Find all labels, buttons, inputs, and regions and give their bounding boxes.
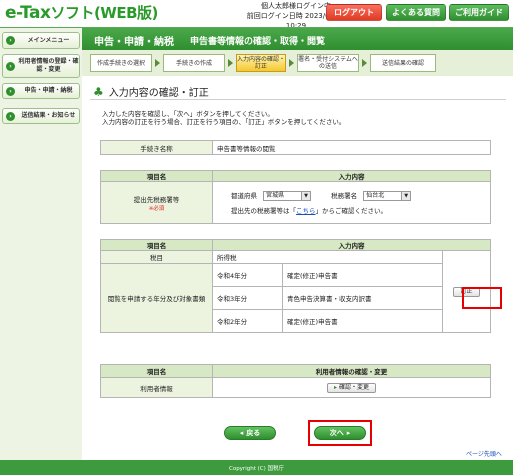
confirm-change-label: 確認・変更 [338,383,369,391]
clover-icon: ♣ [93,84,104,99]
confirm-change-button[interactable]: ▸ 確認・変更 [327,382,376,393]
user-info-label: 利用者情報 [100,377,213,398]
col-header-item: 項目名 [100,364,213,378]
tax-office-table: 項目名 入力内容 提出先税務署等 ※必須 都道府県 宮城県 ▼ 税務署名 仙台北 [100,170,491,224]
prefecture-label: 都道府県 [231,192,257,200]
back-label: 戻る [246,429,261,437]
page-subtitle: 申告書等情報の確認・取得・閲覧 [190,37,326,47]
office-value: 仙台北 [366,192,385,199]
faq-button[interactable]: よくある質問 [386,4,446,21]
next-highlight-box [308,420,372,446]
tax-office-input-cell: 都道府県 宮城県 ▼ 税務署名 仙台北 ▼ 提出先の税務署等は「こちら」からご確… [212,181,491,224]
tax-office-label: 提出先税務署等 ※必須 [100,181,213,224]
copyright-text: Copyright (C) 国税庁 [228,465,284,472]
user-info-table: 項目名 利用者情報の確認・変更 利用者情報 ▸ 確認・変更 [100,364,491,398]
logo-main-text: e-Tax [5,3,51,23]
instruction-line-2: 入力内容の訂正を行う場合、訂正を行う項目の、「訂正」ボタンを押してください。 [102,118,346,126]
procedure-name-value: 申告書等情報の閲覧 [212,140,491,155]
section-divider [90,99,506,100]
mail-icon: › [6,111,15,121]
step-arrow-icon [362,59,367,67]
etax-logo: e-Taxソフト(WEB版) [5,2,158,23]
main-content: 申告・申請・納税 申告書等情報の確認・取得・閲覧 作成手続きの選択 手続きの作成… [82,28,513,475]
step-arrow-icon [228,59,233,67]
back-button[interactable]: ◂ 戻る [224,426,276,440]
step-arrow-icon [289,59,294,67]
prefecture-select[interactable]: 宮城県 ▼ [263,191,312,201]
procedure-name-table: 手続き名称 申告書等情報の閲覧 [100,140,491,155]
step-2: 手続きの作成 [163,54,225,72]
section-title: ♣ 入力内容の確認・訂正 [93,84,209,100]
page-title-bar: 申告・申請・納税 申告書等情報の確認・取得・閲覧 [82,28,513,50]
col-header-item: 項目名 [100,170,213,182]
step-1: 作成手続きの選択 [90,54,152,72]
sidebar-item-label: 申告・申請・納税 [24,87,73,94]
logout-button[interactable]: ログアウト [326,4,382,21]
years-label: 閲覧を申請する年分及び対象書類 [100,263,213,333]
step-5: 送信結果の確認 [370,54,436,72]
sidebar-item-label: メインメニュー [27,36,70,44]
col-header-input: 入力内容 [212,170,491,182]
required-mark: ※必須 [148,205,165,212]
sidebar-item-user-info[interactable]: › 利用者情報の登録・確認・変更 [2,54,80,78]
step-4: 署名・受付システムへの送信 [297,54,359,72]
user-icon: › [6,61,15,71]
sidebar: › メインメニュー › 利用者情報の登録・確認・変更 › 申告・申請・納税 › … [0,28,82,475]
sidebar-item-label: 送信結果・お知らせ [21,112,76,119]
office-select[interactable]: 仙台北 ▼ [363,191,412,201]
page-title: 申告・申請・納税 [94,37,174,48]
year-cell: 令和3年分 [212,286,283,310]
arrow-right-icon: ▸ [334,383,338,391]
request-details-table: 項目名 入力内容 税目 所得税 訂正 閲覧を申請する年分及び対象書類 令和4年分… [100,239,491,333]
tax-type-label: 税目 [100,250,213,264]
correct-highlight-box [462,287,502,309]
guide-button[interactable]: ご利用ガイド [449,4,509,21]
prefecture-value: 宮城県 [266,192,285,199]
office-label: 税務署名 [331,192,358,200]
tax-office-lookup-link[interactable]: こちら [296,207,316,215]
year-cell: 令和2年分 [212,309,283,333]
app-header: e-Taxソフト(WEB版) 個人太郎様ログイン中 前回ログイン日時 2023/… [0,0,513,30]
logo-sub-text: ソフト(WEB版) [50,4,158,22]
note-text-pre: 提出先の税務署等は「 [231,207,296,215]
year-cell: 令和4年分 [212,263,283,287]
sidebar-item-filing[interactable]: › 申告・申請・納税 [2,83,80,99]
page-top-label: ページ先頭へ [466,451,502,458]
step-progress: 作成手続きの選択 手続きの作成 入力内容の確認・訂正 署名・受付システムへの送信… [82,50,513,76]
user-info-cell: ▸ 確認・変更 [212,377,491,398]
col-header-input: 入力内容 [212,239,491,251]
tax-office-note: 提出先の税務署等は「こちら」からご確認ください。 [231,205,486,215]
col-header-user-info: 利用者情報の確認・変更 [212,364,491,378]
footer: Copyright (C) 国税庁 [0,460,513,475]
instruction-line-1: 入力した内容を確認し、「次へ」ボタンを押してください。 [102,110,274,118]
instructions: 入力した内容を確認し、「次へ」ボタンを押してください。 入力内容の訂正を行う場合… [102,110,345,126]
document-cell: 確定(修正)申告書 [282,263,443,287]
document-icon: › [6,86,15,96]
document-cell: 確定(修正)申告書 [282,309,443,333]
chevron-down-icon: ▼ [301,192,311,200]
sidebar-item-main-menu[interactable]: › メインメニュー [2,32,80,49]
sidebar-item-label: 利用者情報の登録・確認・変更 [18,58,79,73]
menu-home-icon: › [6,36,15,45]
tax-office-label-text: 提出先税務署等 [133,195,180,204]
section-title-text: 入力内容の確認・訂正 [108,88,209,99]
step-arrow-icon [155,59,160,67]
tax-type-value: 所得税 [212,250,443,264]
page-top-link[interactable]: ページ先頭へ [466,449,502,458]
document-cell: 青色申告決算書・収支内訳書 [282,286,443,310]
step-3-current: 入力内容の確認・訂正 [236,54,286,72]
note-text-post: 」からご確認ください。 [315,207,388,215]
col-header-item: 項目名 [100,239,213,251]
procedure-name-label: 手続き名称 [100,140,213,155]
chevron-down-icon: ▼ [401,192,411,200]
sidebar-item-results[interactable]: › 送信結果・お知らせ [2,108,80,124]
arrow-left-icon: ◂ [239,429,244,437]
